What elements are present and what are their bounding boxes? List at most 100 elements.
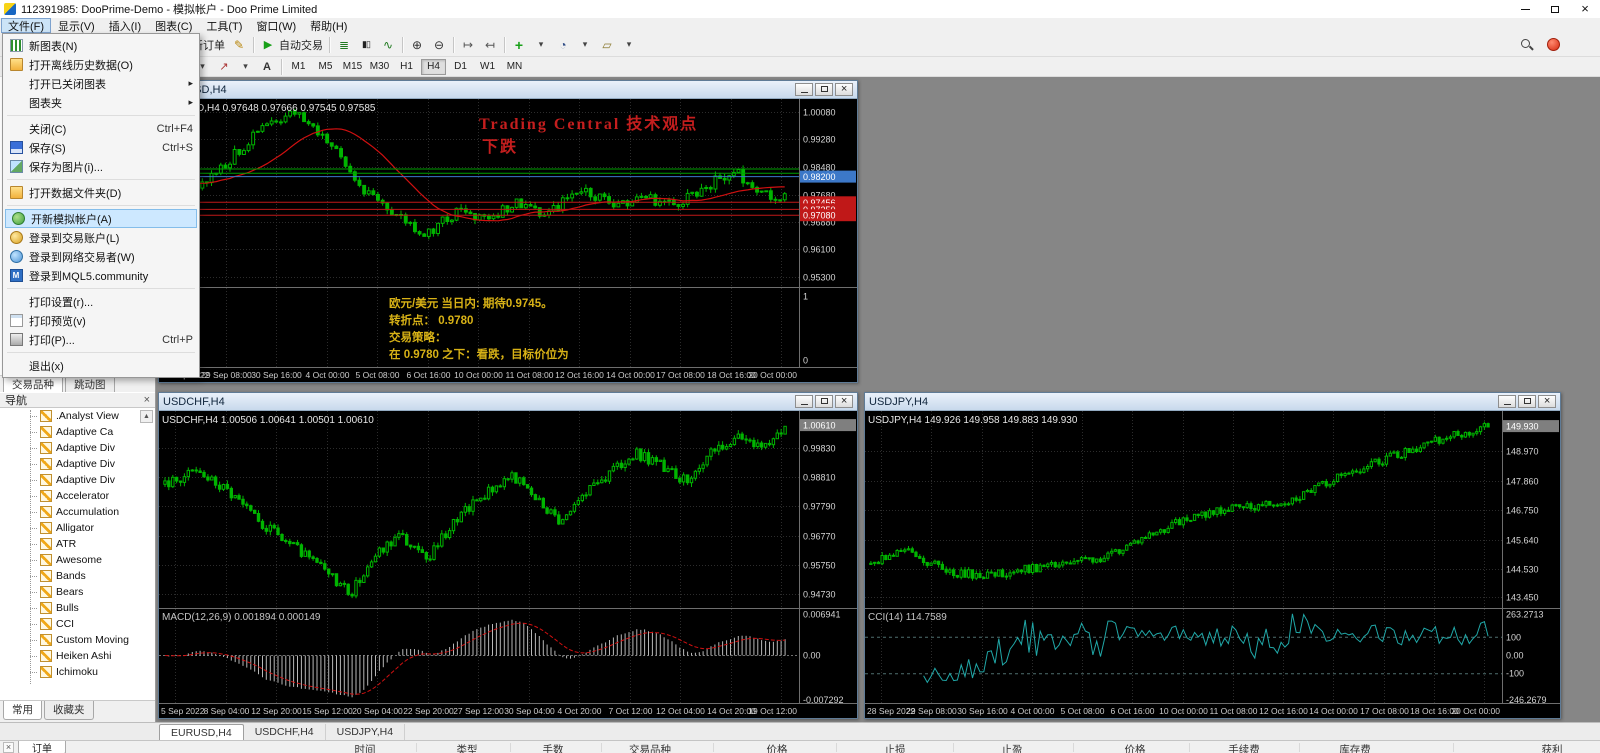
file-menu-item-11[interactable]: 登录到MQL5.community bbox=[3, 266, 199, 285]
navigator-item[interactable]: .Analyst View bbox=[0, 408, 155, 424]
chart-tab-usdjpy-h4[interactable]: USDJPY,H4 bbox=[326, 724, 405, 740]
file-menu-item-7[interactable]: 打开数据文件夹(D) bbox=[3, 183, 199, 202]
chart-close-button[interactable] bbox=[835, 83, 853, 96]
file-menu-item-8[interactable]: 开新模拟帐户(A) bbox=[5, 209, 197, 228]
navigator-item[interactable]: Alligator bbox=[0, 520, 155, 536]
chart-minimize-button[interactable] bbox=[795, 83, 813, 96]
timeframe-m30-button[interactable]: M30 bbox=[367, 59, 392, 75]
timeframe-h4-button[interactable]: H4 bbox=[421, 59, 446, 75]
line-chart-button[interactable] bbox=[377, 35, 399, 55]
timeframe-m5-button[interactable]: M5 bbox=[313, 59, 338, 75]
scroll-up-button[interactable] bbox=[140, 410, 153, 423]
bar-chart-button[interactable] bbox=[333, 35, 355, 55]
menu-item-0[interactable]: 文件(F) bbox=[1, 18, 51, 33]
menu-item-5[interactable]: 窗口(W) bbox=[249, 18, 303, 33]
chart-tab-eurusd-h4[interactable]: EURUSD,H4 bbox=[159, 724, 244, 740]
timeframe-d1-button[interactable]: D1 bbox=[448, 59, 473, 75]
file-menu-item-4[interactable]: 关闭(C)Ctrl+F4 bbox=[3, 119, 199, 138]
chart-restore-button[interactable] bbox=[1518, 395, 1536, 408]
navigator-item[interactable]: Heiken Ashi bbox=[0, 648, 155, 664]
timeframe-m1-button[interactable]: M1 bbox=[286, 59, 311, 75]
eurusd-window-titlebar[interactable]: EURUSD,H4 bbox=[159, 81, 857, 99]
periods-button[interactable] bbox=[552, 35, 574, 55]
menu-item-4[interactable]: 工具(T) bbox=[199, 18, 249, 33]
notification-badge-icon[interactable] bbox=[1547, 38, 1560, 51]
navigator-item[interactable]: Adaptive Div bbox=[0, 440, 155, 456]
usdjpy-window-titlebar[interactable]: USDJPY,H4 bbox=[865, 393, 1560, 411]
navigator-item[interactable]: Adaptive Ca bbox=[0, 424, 155, 440]
zoom-in-button[interactable] bbox=[406, 35, 428, 55]
timeframe-w1-button[interactable]: W1 bbox=[475, 59, 500, 75]
auto-scroll-button[interactable] bbox=[457, 35, 479, 55]
menu-item-6[interactable]: 帮助(H) bbox=[303, 18, 354, 33]
file-menu-item-6[interactable]: 保存为图片(i)... bbox=[3, 157, 199, 176]
file-menu-item-5[interactable]: 保存(S)Ctrl+S bbox=[3, 138, 199, 157]
usdchf-chart[interactable]: 0.998300.988100.977900.967700.957500.947… bbox=[159, 411, 857, 718]
restore-button[interactable] bbox=[1540, 0, 1570, 18]
dropdown-arrow-button[interactable] bbox=[530, 35, 552, 55]
file-menu-item-13[interactable]: 打印预览(v) bbox=[3, 311, 199, 330]
navigator-item[interactable]: Adaptive Div bbox=[0, 456, 155, 472]
usdjpy-chart-canvas[interactable]: 148.970147.860146.750145.640144.530143.4… bbox=[865, 411, 1560, 718]
chart-shift-button[interactable] bbox=[479, 35, 501, 55]
zoom-out-button[interactable] bbox=[428, 35, 450, 55]
menu-item-2[interactable]: 插入(I) bbox=[102, 18, 148, 33]
usdchf-chart-canvas[interactable]: 0.998300.988100.977900.967700.957500.947… bbox=[159, 411, 857, 718]
navigator-item[interactable]: Bulls bbox=[0, 600, 155, 616]
chart-tab-usdchf-h4[interactable]: USDCHF,H4 bbox=[244, 724, 326, 740]
autotrading-button[interactable]: 自动交易 bbox=[257, 35, 326, 55]
text-button[interactable] bbox=[256, 58, 278, 75]
chart-close-button[interactable] bbox=[1538, 395, 1556, 408]
file-menu-item-2[interactable]: 打开已关闭图表 bbox=[3, 74, 199, 93]
navigator-item[interactable]: Adaptive Div bbox=[0, 472, 155, 488]
file-menu-item-9[interactable]: 登录到交易账户(L) bbox=[3, 228, 199, 247]
menu-item-1[interactable]: 显示(V) bbox=[51, 18, 102, 33]
navigator-item[interactable]: Accumulation bbox=[0, 504, 155, 520]
dropdown-arrow-button[interactable] bbox=[618, 35, 640, 55]
search-icon[interactable] bbox=[1520, 38, 1533, 51]
navigator-tab-0[interactable]: 常用 bbox=[3, 701, 42, 720]
file-menu-item-14[interactable]: 打印(P)...Ctrl+P bbox=[3, 330, 199, 349]
chart-restore-button[interactable] bbox=[815, 83, 833, 96]
file-menu-item-15[interactable]: 退出(x) bbox=[3, 356, 199, 375]
eurusd-chart[interactable]: 1.000800.992800.984800.976800.968800.961… bbox=[159, 99, 857, 382]
file-menu-item-12[interactable]: 打印设置(r)... bbox=[3, 292, 199, 311]
navigator-tab-1[interactable]: 收藏夹 bbox=[44, 701, 94, 720]
usdchf-window-titlebar[interactable]: USDCHF,H4 bbox=[159, 393, 857, 411]
navigator-item[interactable]: Ichimoku bbox=[0, 664, 155, 680]
navigator-item[interactable]: Bears bbox=[0, 584, 155, 600]
candlestick-chart-button[interactable] bbox=[355, 35, 377, 55]
navigator-close-button[interactable]: × bbox=[144, 395, 150, 406]
arrows-button[interactable] bbox=[213, 58, 235, 75]
navigator-item[interactable]: Awesome bbox=[0, 552, 155, 568]
file-menu-item-0[interactable]: 新图表(N) bbox=[3, 36, 199, 55]
close-button[interactable] bbox=[1570, 0, 1600, 18]
chart-close-button[interactable] bbox=[835, 395, 853, 408]
navigator-item[interactable]: Accelerator bbox=[0, 488, 155, 504]
timeframe-mn-button[interactable]: MN bbox=[502, 59, 527, 75]
window-titlebar[interactable]: 112391985: DooPrime-Demo - 模拟帐户 - Doo Pr… bbox=[0, 0, 1600, 18]
usdjpy-chart[interactable]: 148.970147.860146.750145.640144.530143.4… bbox=[865, 411, 1560, 718]
navigator-item[interactable]: CCI bbox=[0, 616, 155, 632]
menu-item-3[interactable]: 图表(C) bbox=[148, 18, 199, 33]
chart-minimize-button[interactable] bbox=[795, 395, 813, 408]
metaeditor-button[interactable] bbox=[228, 35, 250, 55]
terminal-tab-orders[interactable]: 订单 bbox=[18, 741, 66, 753]
dropdown-arrow-button[interactable] bbox=[574, 35, 596, 55]
chart-restore-button[interactable] bbox=[815, 395, 833, 408]
file-menu-item-3[interactable]: 图表夹 bbox=[3, 93, 199, 112]
navigator-item[interactable]: Custom Moving bbox=[0, 632, 155, 648]
timeframe-h1-button[interactable]: H1 bbox=[394, 59, 419, 75]
eurusd-chart-canvas[interactable]: 1.000800.992800.984800.976800.968800.961… bbox=[159, 99, 857, 382]
navigator-item[interactable]: ATR bbox=[0, 536, 155, 552]
file-menu-item-10[interactable]: 登录到网络交易者(W) bbox=[3, 247, 199, 266]
navigator-item[interactable]: Bands bbox=[0, 568, 155, 584]
file-menu-item-1[interactable]: 打开离线历史数据(O) bbox=[3, 55, 199, 74]
chart-minimize-button[interactable] bbox=[1498, 395, 1516, 408]
minimize-button[interactable] bbox=[1510, 0, 1540, 18]
indicators-button[interactable] bbox=[508, 35, 530, 55]
dropdown-arrow-button[interactable] bbox=[235, 58, 256, 75]
terminal-close-button[interactable] bbox=[3, 742, 14, 753]
timeframe-m15-button[interactable]: M15 bbox=[340, 59, 365, 75]
templates-button[interactable] bbox=[596, 35, 618, 55]
